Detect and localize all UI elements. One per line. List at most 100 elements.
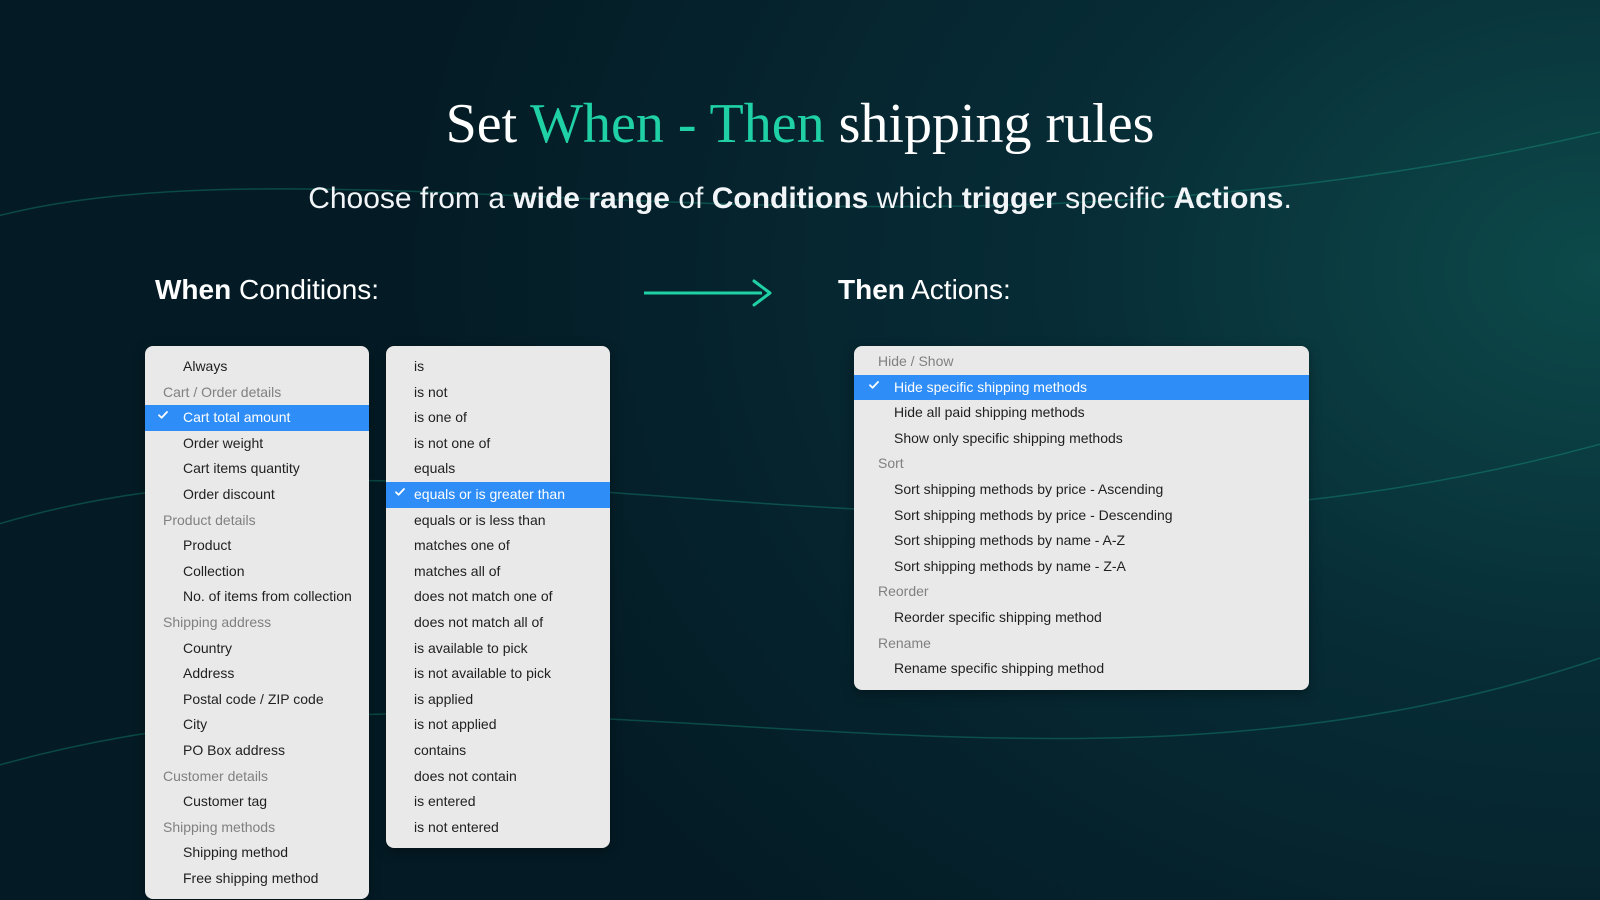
heading-part1: Set — [446, 93, 531, 155]
check-icon — [157, 409, 169, 421]
operator-item[interactable]: is not one of — [386, 431, 610, 457]
condition-item[interactable]: Order weight — [145, 431, 369, 457]
condition-item[interactable]: Cart items quantity — [145, 456, 369, 482]
condition-label: Country — [183, 640, 232, 656]
action-item[interactable]: Rename specific shipping method — [854, 656, 1309, 682]
condition-label: Product details — [163, 512, 256, 528]
operator-label: is one of — [414, 409, 467, 425]
operator-label: does not contain — [414, 768, 517, 784]
operator-item[interactable]: is entered — [386, 789, 610, 815]
action-label: Sort shipping methods by name - A-Z — [894, 532, 1125, 548]
condition-label: City — [183, 716, 207, 732]
operator-item[interactable]: does not match all of — [386, 610, 610, 636]
condition-label: Free shipping method — [183, 870, 318, 886]
operator-item[interactable]: equals or is less than — [386, 508, 610, 534]
operators-panel[interactable]: is is not is one of is not one of equals equa… — [386, 346, 610, 848]
condition-label: Postal code / ZIP code — [183, 691, 324, 707]
condition-item[interactable]: Shipping method — [145, 840, 369, 866]
action-label: Sort shipping methods by name - Z-A — [894, 558, 1126, 574]
operator-label: equals or is less than — [414, 512, 546, 528]
action-item[interactable]: Hide all paid shipping methods — [854, 400, 1309, 426]
condition-item[interactable]: Customer tag — [145, 789, 369, 815]
check-icon — [394, 486, 406, 498]
operator-label: matches one of — [414, 537, 510, 553]
operator-label: is not applied — [414, 716, 497, 732]
condition-label: Product — [183, 537, 231, 553]
condition-label: No. of items from collection — [183, 588, 352, 604]
condition-item[interactable]: No. of items from collection — [145, 584, 369, 610]
action-item[interactable]: Hide specific shipping methods — [854, 375, 1309, 401]
operator-label: matches all of — [414, 563, 500, 579]
condition-item[interactable]: Free shipping method — [145, 866, 369, 892]
action-item[interactable]: Sort shipping methods by name - Z-A — [854, 554, 1309, 580]
action-header: Rename — [854, 631, 1309, 657]
condition-label: Cart total amount — [183, 409, 290, 425]
operator-item[interactable]: is not applied — [386, 712, 610, 738]
condition-item[interactable]: Always — [145, 354, 369, 380]
check-icon — [868, 379, 880, 391]
operator-label: is not — [414, 384, 447, 400]
operator-item[interactable]: is — [386, 354, 610, 380]
condition-label: Address — [183, 665, 234, 681]
operator-item[interactable]: is available to pick — [386, 636, 610, 662]
action-label: Sort shipping methods by price - Descend… — [894, 507, 1173, 523]
then-section-label: Then Actions: — [838, 274, 1011, 306]
operator-item[interactable]: matches all of — [386, 559, 610, 585]
operator-item[interactable]: does not match one of — [386, 584, 610, 610]
action-label: Hide specific shipping methods — [894, 379, 1087, 395]
condition-label: Shipping methods — [163, 819, 275, 835]
condition-item[interactable]: PO Box address — [145, 738, 369, 764]
condition-item[interactable]: Postal code / ZIP code — [145, 687, 369, 713]
page-title: Set When - Then shipping rules — [0, 92, 1600, 156]
operator-item[interactable]: is one of — [386, 405, 610, 431]
condition-item[interactable]: Cart total amount — [145, 405, 369, 431]
action-item[interactable]: Show only specific shipping methods — [854, 426, 1309, 452]
action-item[interactable]: Reorder specific shipping method — [854, 605, 1309, 631]
action-header: Hide / Show — [854, 352, 1309, 375]
operator-label: equals or is greater than — [414, 486, 565, 502]
operator-item[interactable]: contains — [386, 738, 610, 764]
action-label: Hide all paid shipping methods — [894, 404, 1085, 420]
condition-label: Order discount — [183, 486, 275, 502]
operator-label: is not available to pick — [414, 665, 551, 681]
operator-label: is entered — [414, 793, 475, 809]
operator-label: is available to pick — [414, 640, 528, 656]
action-label: Reorder specific shipping method — [894, 609, 1102, 625]
operator-item[interactable]: is not entered — [386, 815, 610, 841]
action-header: Sort — [854, 451, 1309, 477]
condition-header: Shipping methods — [145, 815, 369, 841]
operator-item[interactable]: equals — [386, 456, 610, 482]
condition-item[interactable]: Address — [145, 661, 369, 687]
operator-label: contains — [414, 742, 466, 758]
action-item[interactable]: Sort shipping methods by price - Descend… — [854, 503, 1309, 529]
operator-item[interactable]: equals or is greater than — [386, 482, 610, 508]
operator-item[interactable]: is not — [386, 380, 610, 406]
actions-panel[interactable]: Hide / Show Hide specific shipping method… — [854, 346, 1309, 690]
condition-header: Product details — [145, 508, 369, 534]
condition-item[interactable]: City — [145, 712, 369, 738]
condition-label: PO Box address — [183, 742, 285, 758]
operator-label: is not entered — [414, 819, 499, 835]
condition-item[interactable]: Order discount — [145, 482, 369, 508]
operator-item[interactable]: matches one of — [386, 533, 610, 559]
heading-part2: shipping rules — [825, 93, 1155, 155]
condition-label: Customer tag — [183, 793, 267, 809]
operator-label: does not match all of — [414, 614, 543, 630]
condition-label: Cart / Order details — [163, 384, 281, 400]
action-label: Rename specific shipping method — [894, 660, 1104, 676]
operator-item[interactable]: is applied — [386, 687, 610, 713]
condition-item[interactable]: Product — [145, 533, 369, 559]
heading-highlight: When - Then — [530, 93, 824, 155]
operator-item[interactable]: does not contain — [386, 764, 610, 790]
condition-label: Shipping method — [183, 844, 288, 860]
operator-item[interactable]: is not available to pick — [386, 661, 610, 687]
condition-header: Customer details — [145, 764, 369, 790]
operator-label: is — [414, 358, 424, 374]
condition-item[interactable]: Collection — [145, 559, 369, 585]
action-item[interactable]: Sort shipping methods by name - A-Z — [854, 528, 1309, 554]
condition-item[interactable]: Country — [145, 636, 369, 662]
conditions-panel[interactable]: Always Cart / Order details Cart total amo… — [145, 346, 369, 899]
arrow-icon — [640, 276, 780, 315]
action-item[interactable]: Sort shipping methods by price - Ascendi… — [854, 477, 1309, 503]
operator-label: is not one of — [414, 435, 490, 451]
